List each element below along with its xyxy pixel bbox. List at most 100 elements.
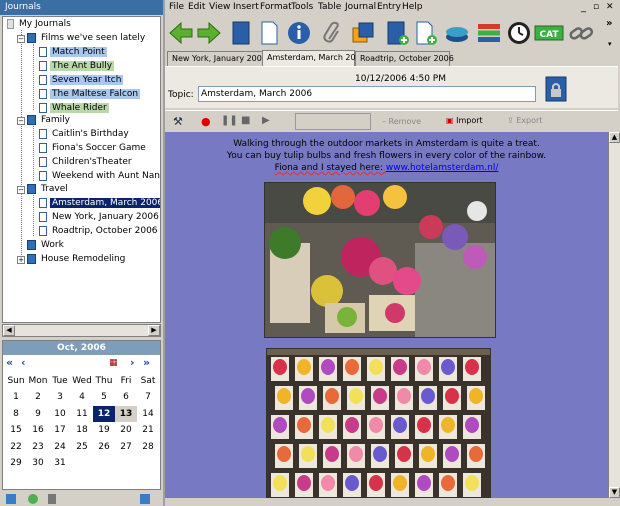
calendar-day[interactable]: 5 [93, 389, 115, 405]
add-entry-icon[interactable] [411, 19, 439, 47]
menu-edit[interactable]: Edit [188, 2, 205, 12]
forward-arrow-icon[interactable] [195, 19, 223, 47]
link-chain-icon[interactable] [567, 19, 595, 47]
tulip-bulbs-photo[interactable] [266, 348, 491, 498]
folder-house-remodeling[interactable]: House Remodeling [27, 253, 127, 266]
menu-file[interactable]: File [169, 2, 184, 12]
calendar-day[interactable]: 12 [93, 405, 115, 422]
calendar-day[interactable]: 17 [49, 422, 71, 438]
calendar-day[interactable]: 20 [115, 422, 137, 438]
calendar-day[interactable]: 2 [27, 389, 49, 405]
calendar-day[interactable]: 24 [49, 439, 71, 455]
info-icon[interactable] [285, 19, 313, 47]
editor-vertical-scrollbar[interactable]: ▲ ▼ [608, 132, 620, 498]
collapse-icon[interactable]: − [17, 117, 25, 125]
calendar-day[interactable]: 4 [71, 389, 93, 405]
close-icon[interactable]: ✕ [606, 2, 614, 12]
toolbar-dropdown-icon[interactable]: ▾ [608, 40, 612, 48]
menu-entry[interactable]: Entry [377, 2, 401, 12]
export-button[interactable]: ⇪ Export [507, 116, 542, 125]
tree-item-ant-bully[interactable]: The Ant Bully [39, 60, 115, 73]
calendar-day[interactable]: 3 [49, 389, 71, 405]
tree-item-maltese-falcon[interactable]: The Maltese Falcon [39, 88, 141, 101]
calendar-day[interactable]: 18 [71, 422, 93, 438]
new-page-icon[interactable] [255, 19, 283, 47]
calendar-day[interactable]: 15 [5, 422, 27, 438]
menu-help[interactable]: Help [402, 2, 423, 12]
lock-icon[interactable] [545, 75, 567, 103]
add-journal-icon[interactable] [383, 19, 411, 47]
calendar-day[interactable]: 31 [49, 455, 71, 471]
calendar-day[interactable]: 6 [115, 389, 137, 405]
menu-journal[interactable]: Journal [345, 2, 376, 12]
calendar-day[interactable]: 19 [93, 422, 115, 438]
entry-editor[interactable]: Walking through the outdoor markets in A… [165, 132, 608, 498]
scroll-right-icon[interactable]: ▶ [148, 325, 160, 336]
collapse-icon[interactable]: − [17, 35, 25, 43]
tree-item-caitlins-birthday[interactable]: Caitlin's Birthday [39, 128, 131, 141]
calendar-day[interactable]: 1 [5, 389, 27, 405]
calendar-day[interactable]: 7 [137, 389, 159, 405]
flower-market-photo[interactable] [264, 182, 496, 338]
tree-item-roadtrip[interactable]: Roadtrip, October 2006 [39, 225, 160, 238]
tree-horizontal-scrollbar[interactable]: ◀ ▶ [2, 324, 161, 337]
clock-icon[interactable] [505, 19, 533, 47]
tree-item-new-york[interactable]: New York, January 2006 [39, 211, 160, 224]
tools-icon[interactable]: ⚒ [173, 115, 183, 128]
copy-entry-icon[interactable] [349, 19, 377, 47]
play-icon[interactable]: ▶ [262, 115, 270, 126]
new-entry-icon[interactable] [6, 494, 16, 504]
cat-icon[interactable]: CAT [533, 19, 565, 47]
entry-datetime[interactable]: 10/12/2006 4:50 PM [355, 74, 446, 84]
calendar-day[interactable]: 16 [27, 422, 49, 438]
menu-view[interactable]: View [209, 2, 230, 12]
journal-book-icon[interactable] [227, 19, 255, 47]
scroll-down-icon[interactable]: ▼ [609, 487, 620, 498]
record-icon[interactable]: ● [201, 115, 211, 128]
back-arrow-icon[interactable] [167, 19, 195, 47]
menu-table[interactable]: Table [318, 2, 341, 12]
import-button[interactable]: ▣ Import [446, 116, 483, 125]
minimize-icon[interactable]: _ [581, 2, 586, 13]
toolbar-overflow-icon[interactable]: » [606, 18, 612, 29]
pause-icon[interactable]: ❚❚ [221, 115, 238, 126]
calendar-day[interactable]: 8 [5, 406, 27, 422]
tree-item-soccer-game[interactable]: Fiona's Soccer Game [39, 142, 148, 155]
tree-root[interactable]: My Journals [7, 18, 73, 31]
topic-input[interactable] [198, 86, 536, 102]
folder-family[interactable]: Family [27, 114, 72, 127]
calendar-day[interactable]: 11 [71, 406, 93, 422]
calendar-day[interactable]: 28 [137, 439, 159, 455]
tree-item-childrens-theater[interactable]: Children'sTheater [39, 156, 134, 169]
prev-year-icon[interactable]: « [6, 356, 13, 370]
menu-insert[interactable]: Insert [233, 2, 259, 12]
tree-item-seven-year-itch[interactable]: Seven Year Itch [39, 74, 124, 87]
categories-icon[interactable] [475, 19, 503, 47]
tree-item-amsterdam[interactable]: Amsterdam, March 2006 [39, 197, 160, 210]
prev-month-icon[interactable]: ‹ [21, 356, 26, 370]
calendar-day[interactable]: 23 [27, 439, 49, 455]
calendar-day[interactable]: 9 [27, 406, 49, 422]
calendar-day[interactable]: 25 [71, 439, 93, 455]
calendar-toggle-icon[interactable] [140, 494, 150, 504]
scroll-left-icon[interactable]: ◀ [3, 325, 15, 336]
scroll-up-icon[interactable]: ▲ [609, 132, 620, 143]
folder-travel[interactable]: Travel [27, 183, 70, 196]
sync-icon[interactable] [28, 494, 38, 504]
calendar-day[interactable]: 26 [93, 439, 115, 455]
calendar-day[interactable]: 29 [5, 455, 27, 471]
calendar-day[interactable]: 10 [49, 406, 71, 422]
tab-new-york[interactable]: New York, January 2006 [167, 51, 267, 66]
calendar-day[interactable]: 14 [137, 406, 159, 422]
hotel-link[interactable]: www.hotelamsterdam.nl/ [386, 163, 499, 173]
calendar-day[interactable]: 21 [137, 422, 159, 438]
calendar-day[interactable]: 27 [115, 439, 137, 455]
tab-amsterdam[interactable]: Amsterdam, March 2006 [262, 50, 366, 66]
calendar-day[interactable]: 22 [5, 439, 27, 455]
calendar-grid-icon[interactable]: ▦ [109, 356, 118, 370]
tab-roadtrip[interactable]: Roadtrip, October 2006 [355, 51, 454, 66]
menu-format[interactable]: Format [260, 2, 292, 12]
collapse-icon[interactable]: − [17, 186, 25, 194]
expand-icon[interactable]: + [17, 256, 25, 264]
journal-tree[interactable]: My Journals − Films we've seen lately Ma… [2, 16, 161, 323]
